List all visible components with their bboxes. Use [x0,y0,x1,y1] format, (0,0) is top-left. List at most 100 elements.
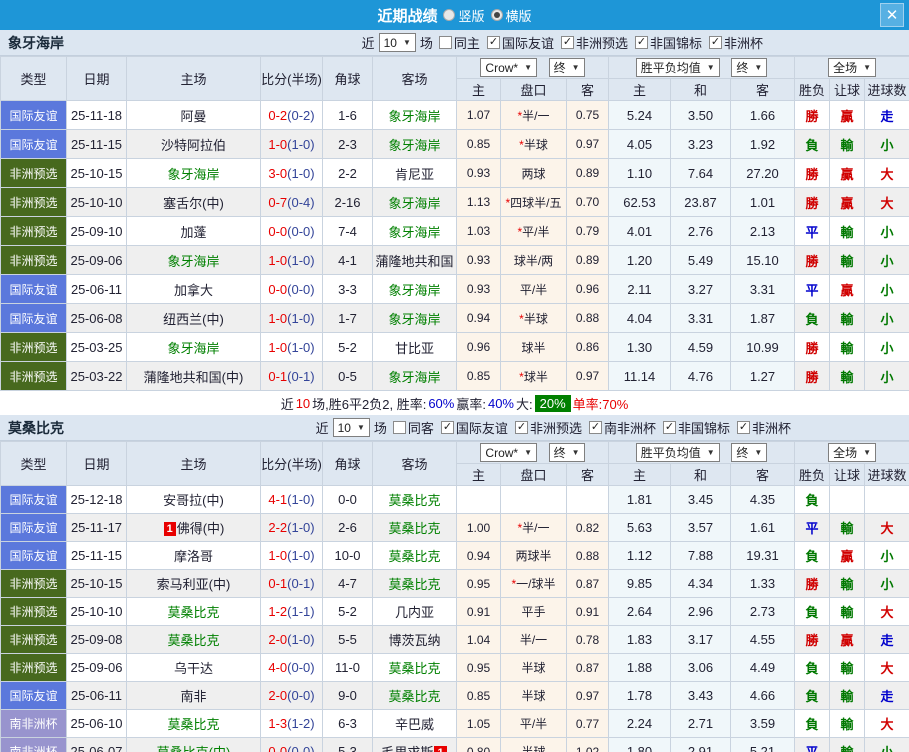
fulltime-score: 0-2 [268,108,287,123]
layout-radio-horizontal[interactable]: 横版 [491,6,532,25]
checkbox-checked-icon: ✓ [635,36,648,49]
match-type-badge: 国际友谊 [1,542,67,570]
match-count-select[interactable]: 10▼ [379,33,416,52]
match-type-badge: 非洲预选 [1,188,67,217]
col-home: 主场 [127,442,261,486]
match-count-select[interactable]: 10▼ [333,418,370,437]
match-row: 国际友谊 25-06-11 加拿大 0-0(0-0) 3-3 象牙海岸 0.93… [1,275,909,304]
score: 1-0(1-0) [261,246,323,275]
europe-state-select[interactable]: 终▼ [731,58,767,77]
europe-draw-odds: 3.43 [671,682,731,710]
home-team: 莫桑比克 [127,710,261,738]
result-win-draw-loss: 平 [795,275,830,304]
asia-away-odds: 0.86 [567,333,609,362]
company-select[interactable]: Crow*▼ [480,58,537,77]
competition-label: 南非洲杯 [604,418,656,437]
asia-away-odds: 0.97 [567,362,609,391]
filter-controls: 近 10▼ 场 同客 ✓国际友谊 ✓非洲预选 ✓南非洲杯 ✓非国锦标 ✓非洲杯 [316,415,791,440]
col-corner: 角球 [323,57,373,101]
same-venue-checkbox[interactable]: 同主 [439,33,480,52]
home-team: 莫桑比克 [127,598,261,626]
fulltime-score: 1-0 [268,253,287,268]
odds-state-select[interactable]: 终▼ [549,443,585,462]
asia-away-odds: 0.88 [567,542,609,570]
match-type-badge: 南非洲杯 [1,738,67,752]
europe-select[interactable]: 胜平负均值▼ [636,58,720,77]
asia-home-odds [457,486,501,514]
asia-home-odds: 0.93 [457,159,501,188]
checkbox-checked-icon: ✓ [515,421,528,434]
fulltime-score: 4-0 [268,660,287,675]
asia-home-odds: 0.93 [457,246,501,275]
europe-draw-odds: 2.71 [671,710,731,738]
result-handicap: 輸 [830,130,865,159]
competition-checkbox[interactable]: ✓非洲杯 [709,33,763,52]
chevron-down-icon: ▼ [863,63,871,72]
europe-select[interactable]: 胜平负均值▼ [636,443,720,462]
radio-label: 竖版 [458,6,484,25]
corner-score: 4-1 [323,246,373,275]
result-goals: 大 [865,598,909,626]
checkbox-icon [439,36,452,49]
corner-score: 3-3 [323,275,373,304]
scope-select[interactable]: 全场▼ [828,58,876,77]
competition-checkbox[interactable]: ✓南非洲杯 [589,418,656,437]
home-team: 象牙海岸 [127,159,261,188]
asia-handicap: 两球半 [501,542,567,570]
europe-away-odds: 3.31 [731,275,795,304]
competition-checkbox[interactable]: ✓非洲预选 [515,418,582,437]
corner-score: 5-2 [323,598,373,626]
same-venue-checkbox[interactable]: 同客 [393,418,434,437]
home-team: 象牙海岸 [127,333,261,362]
europe-draw-odds: 3.06 [671,654,731,682]
corner-score: 2-2 [323,159,373,188]
europe-away-odds: 19.31 [731,542,795,570]
europe-home-odds: 5.63 [609,514,671,542]
halftime-score: (1-0) [287,520,314,535]
competition-checkbox[interactable]: ✓非洲预选 [561,33,628,52]
europe-home-odds: 1.20 [609,246,671,275]
fulltime-score: 1-0 [268,548,287,563]
europe-home-odds: 1.78 [609,682,671,710]
asia-handicap: 半/一 [501,626,567,654]
asia-handicap: 平/半 [501,710,567,738]
result-goals: 走 [865,101,909,130]
europe-home-odds: 1.88 [609,654,671,682]
result-win-draw-loss: 負 [795,130,830,159]
competition-checkbox[interactable]: ✓国际友谊 [487,33,554,52]
asia-handicap: 两球 [501,159,567,188]
chevron-down-icon: ▼ [524,63,532,72]
checkbox-checked-icon: ✓ [663,421,676,434]
result-handicap: 輸 [830,304,865,333]
match-date: 25-03-22 [67,362,127,391]
asia-home-odds: 0.80 [457,738,501,752]
match-type-badge: 非洲预选 [1,654,67,682]
fulltime-score: 1-2 [268,604,287,619]
competition-checkbox[interactable]: ✓国际友谊 [441,418,508,437]
competition-checkbox[interactable]: ✓非洲杯 [737,418,791,437]
result-handicap: 輸 [830,570,865,598]
away-team: 甘比亚 [373,333,457,362]
europe-state-select[interactable]: 终▼ [731,443,767,462]
europe-away-odds: 2.73 [731,598,795,626]
result-win-draw-loss: 勝 [795,626,830,654]
radio-icon [443,9,455,21]
asia-handicap: 半球 [501,654,567,682]
company-select[interactable]: Crow*▼ [480,443,537,462]
corner-score: 1-6 [323,101,373,130]
match-type-badge: 国际友谊 [1,101,67,130]
odds-state-select[interactable]: 终▼ [549,58,585,77]
competition-checkbox[interactable]: ✓非国锦标 [663,418,730,437]
fulltime-score: 0-7 [268,195,287,210]
scope-select[interactable]: 全场▼ [828,443,876,462]
result-win-draw-loss: 勝 [795,159,830,188]
asia-odds-group: Crow*▼ 终▼ [457,442,609,464]
layout-radio-vertical[interactable]: 竖版 [443,6,484,25]
asia-away-odds: 0.75 [567,101,609,130]
competition-checkbox[interactable]: ✓非国锦标 [635,33,702,52]
match-type-badge: 国际友谊 [1,130,67,159]
asia-handicap: *四球半/五 [501,188,567,217]
europe-draw-odds: 3.45 [671,486,731,514]
close-button[interactable]: ✕ [880,3,904,27]
sub-col-eu-draw: 和 [671,464,731,486]
